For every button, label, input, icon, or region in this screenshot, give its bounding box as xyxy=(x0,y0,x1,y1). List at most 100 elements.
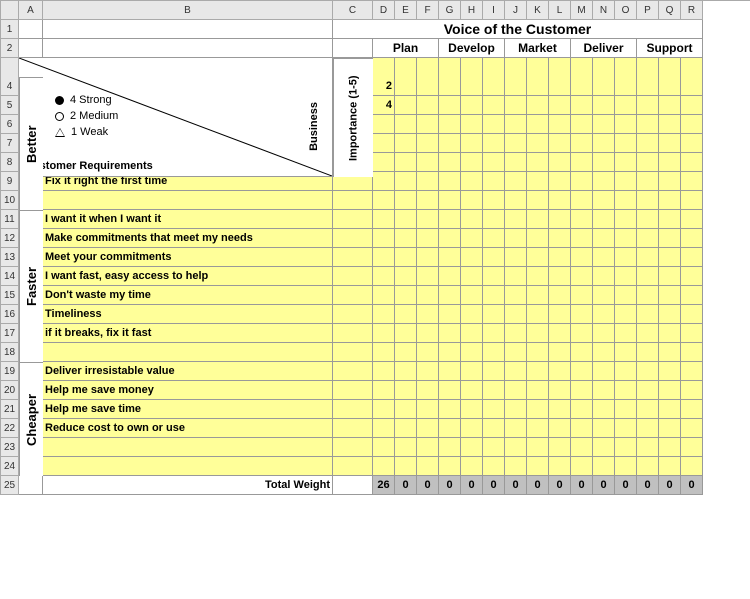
cell[interactable] xyxy=(439,381,461,400)
cell[interactable] xyxy=(439,362,461,381)
cell[interactable] xyxy=(505,438,527,457)
cell[interactable] xyxy=(439,400,461,419)
col-header-P[interactable]: P xyxy=(637,1,659,20)
cell[interactable] xyxy=(549,115,571,134)
cell[interactable] xyxy=(571,191,593,210)
cell[interactable] xyxy=(505,172,527,191)
cell[interactable] xyxy=(373,419,395,438)
cell[interactable] xyxy=(461,229,483,248)
cell[interactable] xyxy=(417,343,439,362)
cell[interactable] xyxy=(681,286,703,305)
cell[interactable] xyxy=(593,324,615,343)
cell[interactable] xyxy=(637,286,659,305)
requirement[interactable]: Don't waste my time xyxy=(43,286,333,305)
cell[interactable] xyxy=(373,400,395,419)
cell[interactable] xyxy=(615,343,637,362)
cell[interactable] xyxy=(681,324,703,343)
cell[interactable] xyxy=(659,153,681,172)
cell[interactable] xyxy=(527,362,549,381)
cell[interactable] xyxy=(333,419,373,438)
cell[interactable] xyxy=(395,229,417,248)
cell[interactable] xyxy=(527,286,549,305)
cell[interactable] xyxy=(439,210,461,229)
cell[interactable] xyxy=(395,267,417,286)
cell[interactable] xyxy=(417,96,439,115)
cell[interactable] xyxy=(593,96,615,115)
row-header-21[interactable]: 21 xyxy=(1,400,19,419)
cell[interactable] xyxy=(395,210,417,229)
row-header-9[interactable]: 9 xyxy=(1,172,19,191)
cell[interactable] xyxy=(439,115,461,134)
col-header-M[interactable]: M xyxy=(571,1,593,20)
cell[interactable] xyxy=(439,153,461,172)
cell[interactable] xyxy=(333,362,373,381)
cell[interactable] xyxy=(615,153,637,172)
cell[interactable] xyxy=(483,286,505,305)
cell[interactable] xyxy=(615,381,637,400)
cell[interactable] xyxy=(417,324,439,343)
cell[interactable] xyxy=(593,229,615,248)
cell[interactable] xyxy=(395,134,417,153)
cell[interactable] xyxy=(333,210,373,229)
cell[interactable] xyxy=(549,248,571,267)
cell[interactable] xyxy=(549,134,571,153)
cell[interactable] xyxy=(549,96,571,115)
requirement[interactable]: Meet your commitments xyxy=(43,248,333,267)
select-all-corner[interactable] xyxy=(1,1,19,20)
cell[interactable] xyxy=(593,248,615,267)
cell[interactable] xyxy=(571,324,593,343)
cell[interactable] xyxy=(615,229,637,248)
col-header-R[interactable]: R xyxy=(681,1,703,20)
cell[interactable] xyxy=(483,305,505,324)
score[interactable]: 4 xyxy=(373,96,395,115)
cell[interactable] xyxy=(681,134,703,153)
cell[interactable] xyxy=(395,438,417,457)
cell[interactable] xyxy=(549,400,571,419)
cell[interactable] xyxy=(637,343,659,362)
cell[interactable] xyxy=(333,324,373,343)
cell[interactable] xyxy=(615,96,637,115)
cell[interactable] xyxy=(417,438,439,457)
cell[interactable] xyxy=(549,438,571,457)
cell[interactable] xyxy=(505,324,527,343)
cell[interactable] xyxy=(395,324,417,343)
cell[interactable] xyxy=(527,305,549,324)
cell[interactable] xyxy=(527,77,549,96)
cell[interactable] xyxy=(461,419,483,438)
cell[interactable] xyxy=(505,191,527,210)
cell[interactable] xyxy=(417,191,439,210)
cell[interactable] xyxy=(571,362,593,381)
cell[interactable] xyxy=(549,77,571,96)
cell[interactable] xyxy=(19,20,43,39)
cell[interactable] xyxy=(483,248,505,267)
cell[interactable] xyxy=(637,191,659,210)
cell[interactable] xyxy=(681,419,703,438)
cell[interactable] xyxy=(549,267,571,286)
cell[interactable] xyxy=(549,210,571,229)
cell[interactable] xyxy=(505,457,527,476)
cell[interactable] xyxy=(637,153,659,172)
row-header-10[interactable]: 10 xyxy=(1,191,19,210)
col-header-B[interactable]: B xyxy=(43,1,333,20)
cell[interactable] xyxy=(333,438,373,457)
cell[interactable] xyxy=(637,419,659,438)
cell[interactable] xyxy=(417,153,439,172)
cell[interactable] xyxy=(637,77,659,96)
cell[interactable] xyxy=(43,343,333,362)
row-header-20[interactable]: 20 xyxy=(1,381,19,400)
cell[interactable] xyxy=(483,438,505,457)
cell[interactable] xyxy=(43,39,333,58)
total[interactable]: 0 xyxy=(483,476,505,495)
cell[interactable] xyxy=(549,457,571,476)
cell[interactable] xyxy=(571,134,593,153)
requirement[interactable]: if it breaks, fix it fast xyxy=(43,324,333,343)
row-header-15[interactable]: 15 xyxy=(1,286,19,305)
cell[interactable] xyxy=(505,96,527,115)
cell[interactable] xyxy=(681,77,703,96)
total[interactable]: 0 xyxy=(549,476,571,495)
cell[interactable] xyxy=(373,248,395,267)
cell[interactable] xyxy=(615,305,637,324)
cell[interactable] xyxy=(505,419,527,438)
cell[interactable] xyxy=(527,172,549,191)
cell[interactable] xyxy=(461,172,483,191)
